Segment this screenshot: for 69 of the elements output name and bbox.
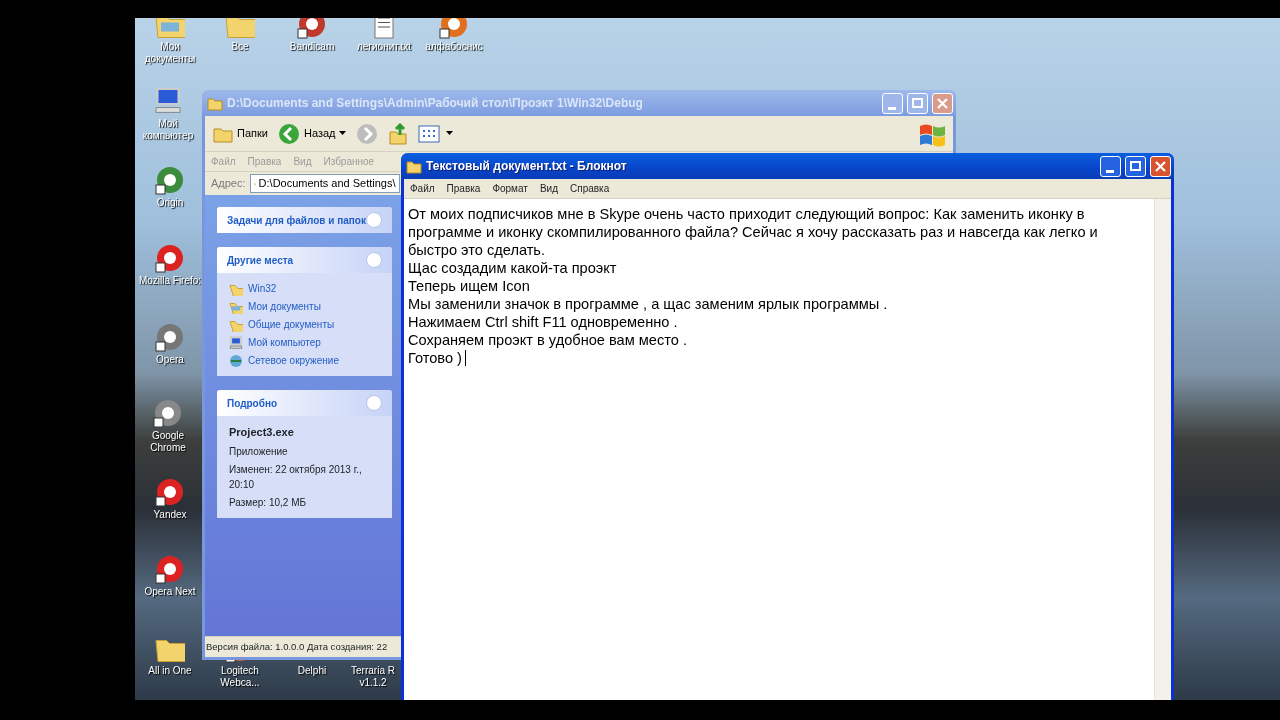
modified-date: Изменен: 22 октября 2013 г., 20:10 xyxy=(229,462,363,492)
app-shortcut-icon xyxy=(155,243,185,273)
file-name: Project3.exe xyxy=(229,425,295,440)
desktop-icon-label[interactable]: Logitech Webca... xyxy=(208,665,272,689)
view-grid-icon xyxy=(418,123,443,144)
address-field[interactable]: D:\Documents and Settings\ xyxy=(249,174,400,193)
minimize-icon xyxy=(887,106,896,110)
desktop-icon-label[interactable]: Delphi xyxy=(297,665,327,677)
menu-item[interactable]: Формат xyxy=(492,181,528,196)
menu-item[interactable]: Файл xyxy=(410,181,435,196)
caret-icon xyxy=(339,131,347,136)
text-line: Теперь ищем Icon xyxy=(408,277,531,295)
app-shortcut-icon xyxy=(439,18,469,39)
minimize-icon xyxy=(1105,169,1114,173)
computer-icon xyxy=(153,86,183,116)
window-title: D:\Documents and Settings\Admin\Рабочий стол\Проэкт 1\Win32\Debug xyxy=(227,95,644,112)
app-shortcut-icon xyxy=(153,398,183,428)
close-button[interactable] xyxy=(1150,155,1171,177)
text-line: Мы заменили значок в программе , а щас заменим ярлык программы . xyxy=(408,295,889,313)
maximize-button[interactable] xyxy=(1125,155,1146,177)
app-shortcut-icon xyxy=(155,322,185,352)
window-title: Текстовый документ.txt - Блокнот xyxy=(426,158,628,175)
caret-icon xyxy=(446,131,454,136)
text-cursor xyxy=(465,350,466,366)
status-bar-text: Версия файла: 1.0.0.0 Дата создания: 22 xyxy=(206,640,388,652)
back-button[interactable]: Назад xyxy=(275,120,349,147)
desktop-icon-label[interactable]: Opera Next xyxy=(144,586,196,598)
minimize-button[interactable] xyxy=(1100,155,1121,177)
desktop-icon-label[interactable]: Google Chrome xyxy=(136,430,200,454)
folder-icon xyxy=(207,95,223,111)
desktop-icon-label[interactable]: Terraria R v1.1.2 xyxy=(341,665,405,689)
text-line: Нажимаем Ctrl shift F11 одновременно . xyxy=(408,313,679,331)
address-label: Адрес: xyxy=(211,176,246,192)
maximize-icon xyxy=(912,98,923,108)
close-icon xyxy=(1155,160,1166,172)
menu-item[interactable]: Справка xyxy=(570,181,610,196)
place-link[interactable]: Мои документы xyxy=(248,299,321,314)
app-shortcut-icon xyxy=(155,477,185,507)
file-size: Размер: 10,2 МБ xyxy=(229,495,308,510)
desktop-icon-label[interactable]: All in One xyxy=(148,665,192,677)
desktop-icon-label[interactable]: Yandex xyxy=(153,509,187,521)
text-line: Готово ) xyxy=(408,349,1146,367)
chevron-icon[interactable] xyxy=(366,212,382,228)
menu-item[interactable]: Правка xyxy=(446,181,481,196)
maximize-icon xyxy=(1130,161,1141,171)
folder-icon xyxy=(225,18,255,39)
app-shortcut-icon xyxy=(297,18,327,39)
folders-button[interactable]: Папки xyxy=(211,121,270,146)
computer-icon xyxy=(229,335,243,350)
close-icon xyxy=(937,97,948,109)
menu-item[interactable]: Вид xyxy=(539,181,558,196)
folder-icon xyxy=(155,18,185,39)
file-type: Приложение xyxy=(229,444,289,459)
place-link[interactable]: Мой компьютер xyxy=(248,335,321,350)
text-line: От моих подписчиков мне в Skype очень часто приходит следующий вопрос: Как заменить иконку в программе и иконку скомпилированного файла? Сейчас я хочу рассказать раз и навсегда как легко и быстро это сделать. xyxy=(408,205,1099,259)
desktop-icon-label[interactable]: Opera xyxy=(156,354,184,366)
globe-icon xyxy=(229,353,243,368)
up-folder-icon xyxy=(388,122,409,145)
app-shortcut-icon xyxy=(155,554,185,584)
place-link[interactable]: Общие документы xyxy=(248,317,335,332)
text-line: Сохраняем проэкт в удобное вам место . xyxy=(408,331,688,349)
text-line: Щас создадим какой-та проэкт xyxy=(408,259,618,277)
app-shortcut-icon xyxy=(155,165,185,195)
chevron-icon[interactable] xyxy=(366,395,382,411)
scrollbar[interactable] xyxy=(1154,199,1171,700)
place-link[interactable]: Win32 xyxy=(248,281,277,296)
chevron-icon[interactable] xyxy=(366,252,382,268)
place-link[interactable]: Сетевое окружение xyxy=(248,353,339,368)
panel-title[interactable]: Подробно xyxy=(227,395,278,411)
